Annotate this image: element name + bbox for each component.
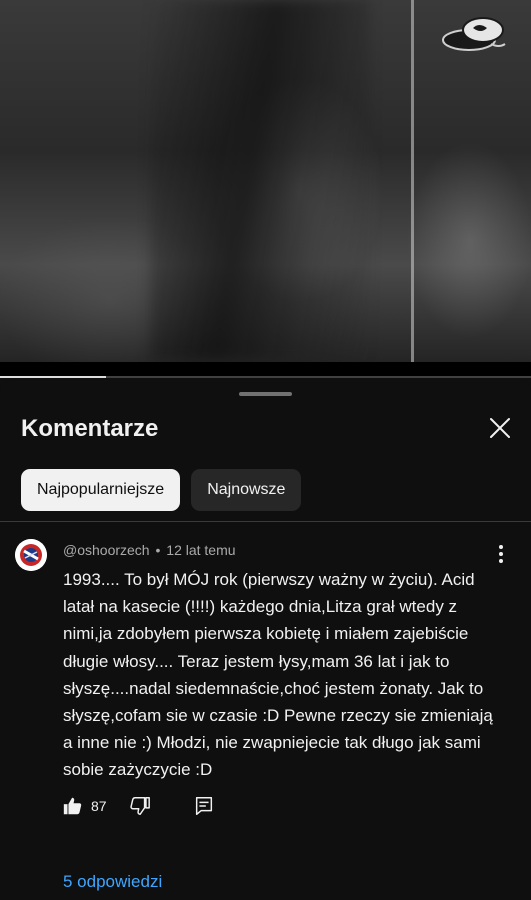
like-count: 87 <box>91 798 107 814</box>
comment-author[interactable]: @oshoorzech <box>63 542 150 558</box>
thumbs-up-icon <box>63 797 82 815</box>
comment-actions: 87 <box>62 792 215 820</box>
channel-watermark-icon <box>442 17 506 51</box>
dislike-button[interactable] <box>129 795 151 817</box>
more-vert-icon[interactable] <box>489 542 513 566</box>
avatar[interactable] <box>15 539 47 571</box>
reply-button[interactable] <box>193 795 215 817</box>
thumbs-down-icon <box>129 797 150 815</box>
replies-link[interactable]: 5 odpowiedzi <box>63 872 162 892</box>
comment-time: 12 lat temu <box>166 542 236 558</box>
avatar-image-icon <box>15 539 47 571</box>
comments-sheet: Komentarze Najpopularniejsze Najnowsze @… <box>0 380 531 900</box>
reply-icon <box>195 797 212 815</box>
close-icon[interactable] <box>488 416 512 440</box>
drag-handle[interactable] <box>239 392 292 396</box>
video-frame-line <box>411 0 414 370</box>
meta-separator: • <box>155 542 161 558</box>
video-player[interactable] <box>0 0 531 378</box>
comments-title: Komentarze <box>21 415 159 442</box>
sort-chips: Najpopularniejsze Najnowsze <box>21 469 302 511</box>
comment-text: 1993.... To był MÓJ rok (pierwszy ważny … <box>63 570 493 780</box>
video-progress-fill <box>0 376 107 378</box>
like-button[interactable]: 87 <box>62 795 107 817</box>
video-progress-bar[interactable] <box>0 376 531 378</box>
video-frame-shadow <box>150 0 370 360</box>
divider <box>0 521 531 522</box>
sort-chip-newest[interactable]: Najnowsze <box>191 469 302 511</box>
comment-meta: @oshoorzech • 12 lat temu <box>63 542 236 558</box>
sort-chip-top[interactable]: Najpopularniejsze <box>21 469 181 511</box>
